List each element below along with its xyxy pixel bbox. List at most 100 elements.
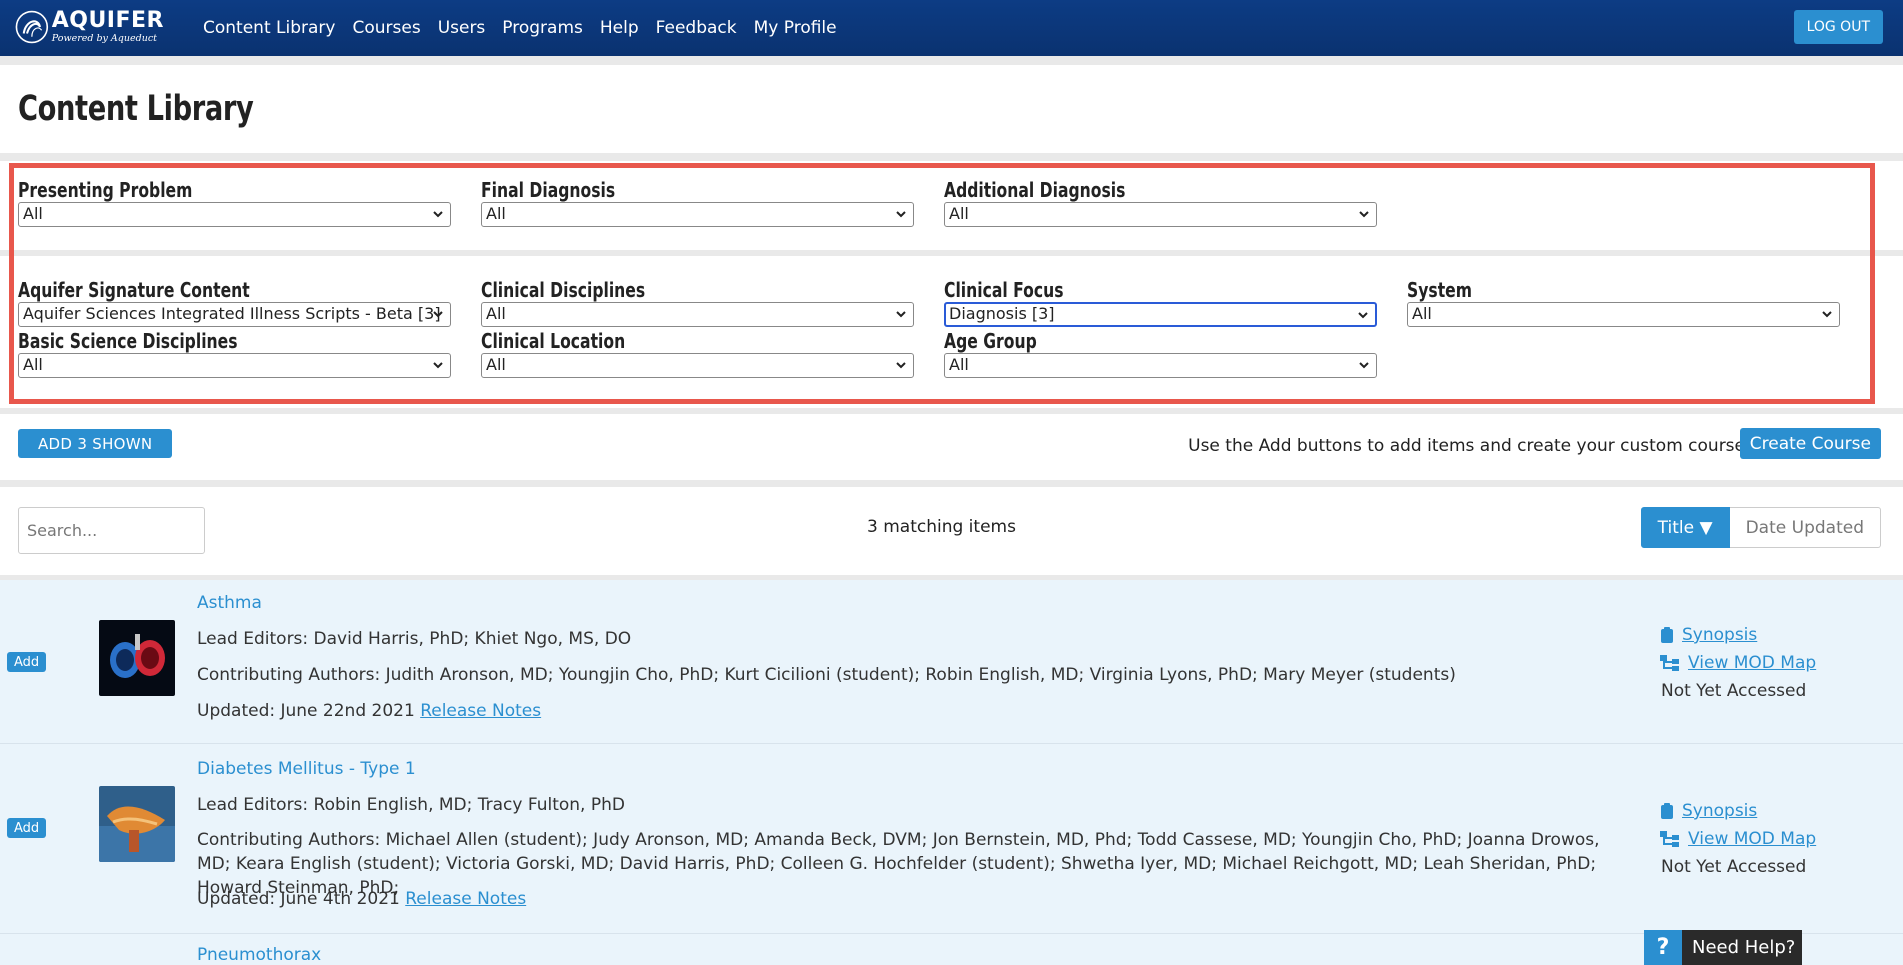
search-input[interactable] xyxy=(18,507,205,554)
chevron-down-icon xyxy=(1359,211,1369,218)
filter-label: Basic Science Disciplines xyxy=(18,329,238,353)
filter-label: Clinical Disciplines xyxy=(481,278,646,302)
synopsis-label: Synopsis xyxy=(1682,801,1758,821)
filter-label: Age Group xyxy=(944,329,1037,353)
clinical-focus-select[interactable]: Diagnosis [3] xyxy=(944,302,1377,327)
logout-button[interactable]: LOG OUT xyxy=(1793,10,1883,44)
mod-map-label: View MOD Map xyxy=(1688,829,1817,849)
nav-programs[interactable]: Programs xyxy=(502,18,583,38)
select-value: All xyxy=(23,355,43,374)
select-value: All xyxy=(23,204,43,223)
diagnosis-filters-panel: Presenting Problem All Final Diagnosis A… xyxy=(0,161,1903,250)
item-title[interactable]: Pneumothorax xyxy=(197,945,321,965)
add-item-button[interactable]: Add xyxy=(7,652,47,672)
clinical-location-select[interactable]: All xyxy=(481,353,914,378)
lead-editors: Lead Editors: David Harris, PhD; Khiet N… xyxy=(197,629,632,649)
page-title: Content Library xyxy=(18,89,254,129)
add-hint-text: Use the Add buttons to add items and cre… xyxy=(1188,436,1745,456)
select-value: All xyxy=(949,355,969,374)
final-diagnosis-select[interactable]: All xyxy=(481,202,914,227)
filter-additional-diagnosis: Additional Diagnosis All xyxy=(944,178,1377,227)
filter-clinical-disciplines: Clinical Disciplines All xyxy=(481,278,914,327)
search-panel: 3 matching items Title ▼ Date Updated xyxy=(0,487,1903,575)
filter-clinical-focus: Clinical Focus Diagnosis [3] xyxy=(944,278,1377,327)
filter-presenting-problem: Presenting Problem All xyxy=(18,178,451,227)
create-course-button[interactable]: Create Course xyxy=(1739,428,1881,459)
chevron-down-icon xyxy=(896,211,906,218)
title-panel: Content Library xyxy=(0,65,1903,153)
clinical-disciplines-select[interactable]: All xyxy=(481,302,914,327)
logo-name: AQUIFER xyxy=(51,8,164,34)
list-item: Add Diabetes Mellitus - Type 1 Lead Edit… xyxy=(0,745,1903,934)
clipboard-icon xyxy=(1661,627,1673,643)
select-value: Aquifer Sciences Integrated Illness Scri… xyxy=(23,304,441,323)
filter-label: Aquifer Signature Content xyxy=(18,278,250,302)
filter-label: Presenting Problem xyxy=(18,178,193,202)
select-value: All xyxy=(1412,304,1432,323)
add-shown-button[interactable]: ADD 3 SHOWN xyxy=(18,429,173,458)
sort-date-button[interactable]: Date Updated xyxy=(1729,507,1881,548)
system-select[interactable]: All xyxy=(1407,302,1840,327)
filter-label: Final Diagnosis xyxy=(481,178,616,202)
nav-feedback[interactable]: Feedback xyxy=(656,18,737,38)
list-item: Add Asthma Lead Editors: David Harris, P… xyxy=(0,580,1903,744)
need-help-label: Need Help? xyxy=(1692,937,1796,958)
item-title[interactable]: Diabetes Mellitus - Type 1 xyxy=(197,759,416,779)
add-item-button[interactable]: Add xyxy=(7,818,47,838)
nav-courses[interactable]: Courses xyxy=(352,18,420,38)
updated-line: Updated: June 4th 2021 Release Notes xyxy=(197,889,526,909)
question-icon: ? xyxy=(1644,930,1682,965)
need-help-widget[interactable]: ? Need Help? xyxy=(1644,930,1802,965)
logo-swirl-icon xyxy=(15,10,49,44)
chevron-down-icon xyxy=(1822,311,1832,318)
contributing-authors: Contributing Authors: Judith Aronson, MD… xyxy=(197,665,1456,685)
mod-map-link[interactable]: View MOD Map xyxy=(1660,653,1816,673)
sitemap-icon xyxy=(1660,655,1679,671)
signature-content-select[interactable]: Aquifer Sciences Integrated Illness Scri… xyxy=(18,302,451,327)
basic-science-select[interactable]: All xyxy=(18,353,451,378)
synopsis-link[interactable]: Synopsis xyxy=(1660,801,1757,821)
access-status: Not Yet Accessed xyxy=(1661,857,1807,877)
chevron-down-icon xyxy=(896,311,906,318)
list-item: Pneumothorax xyxy=(0,935,1903,965)
sort-title-button[interactable]: Title ▼ xyxy=(1640,507,1730,548)
select-value: All xyxy=(486,204,506,223)
release-notes-link[interactable]: Release Notes xyxy=(405,889,526,909)
presenting-problem-select[interactable]: All xyxy=(18,202,451,227)
filter-basic-science: Basic Science Disciplines All xyxy=(18,329,451,378)
filter-age-group: Age Group All xyxy=(944,329,1377,378)
filter-clinical-location: Clinical Location All xyxy=(481,329,914,378)
item-title[interactable]: Asthma xyxy=(197,593,262,613)
additional-diagnosis-select[interactable]: All xyxy=(944,202,1377,227)
nav-help[interactable]: Help xyxy=(600,18,639,38)
select-value: All xyxy=(949,204,969,223)
nav-my-profile[interactable]: My Profile xyxy=(754,18,837,38)
asthma-thumbnail xyxy=(99,620,175,696)
release-notes-link[interactable]: Release Notes xyxy=(420,701,541,721)
aquifer-logo[interactable]: AQUIFER Powered by Aqueduct xyxy=(14,4,164,50)
clipboard-icon xyxy=(1661,803,1673,819)
filter-label: Additional Diagnosis xyxy=(944,178,1126,202)
lead-editors: Lead Editors: Robin English, MD; Tracy F… xyxy=(197,795,625,815)
select-value: All xyxy=(486,355,506,374)
sitemap-icon xyxy=(1660,831,1679,847)
select-value: Diagnosis [3] xyxy=(949,304,1055,323)
synopsis-label: Synopsis xyxy=(1682,625,1758,645)
nav-users[interactable]: Users xyxy=(438,18,486,38)
chevron-down-icon xyxy=(433,311,443,318)
nav-content-library[interactable]: Content Library xyxy=(203,18,335,38)
updated-line: Updated: June 22nd 2021 Release Notes xyxy=(197,701,541,721)
diabetes-thumbnail xyxy=(99,786,175,862)
filter-label: System xyxy=(1407,278,1472,302)
filter-label: Clinical Location xyxy=(481,329,626,353)
filter-label: Clinical Focus xyxy=(944,278,1064,302)
age-group-select[interactable]: All xyxy=(944,353,1377,378)
chevron-down-icon xyxy=(1359,362,1369,369)
chevron-down-icon xyxy=(1358,312,1368,319)
filter-final-diagnosis: Final Diagnosis All xyxy=(481,178,914,227)
content-list: Add Asthma Lead Editors: David Harris, P… xyxy=(0,580,1903,965)
mod-map-link[interactable]: View MOD Map xyxy=(1660,829,1816,849)
synopsis-link[interactable]: Synopsis xyxy=(1660,625,1757,645)
chevron-down-icon xyxy=(433,362,443,369)
nav-links: Content Library Courses Users Programs H… xyxy=(203,0,854,56)
